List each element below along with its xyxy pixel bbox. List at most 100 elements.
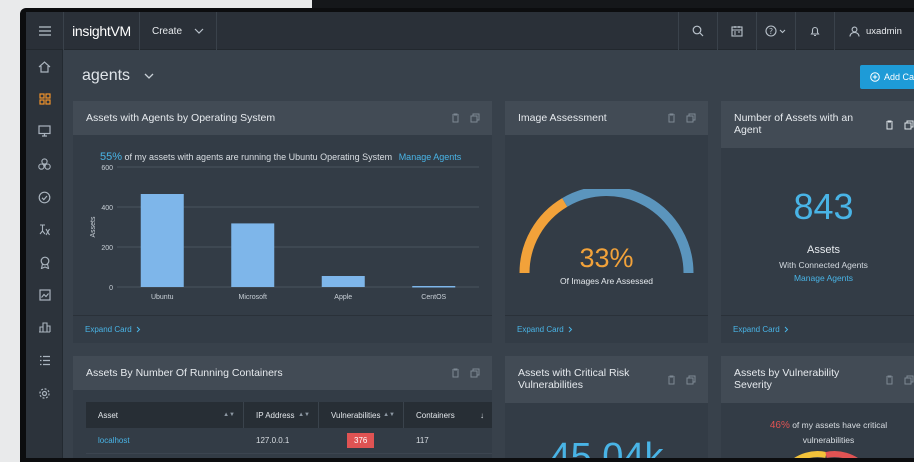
card-header: Assets By Number Of Running Containers: [73, 356, 492, 390]
severity-caption: 46% of my assets have critical vulnerabi…: [746, 418, 911, 447]
card-running-containers: Assets By Number Of Running Containers A…: [73, 356, 492, 458]
sidebar-item-policies[interactable]: [26, 217, 63, 241]
create-label: Create: [152, 25, 183, 37]
manage-agents-link[interactable]: Manage Agents: [721, 273, 914, 283]
copy-icon[interactable]: [470, 113, 480, 123]
card-actions: [885, 375, 914, 385]
copy-icon[interactable]: [686, 113, 696, 123]
manage-agents-link[interactable]: Manage Agents: [399, 152, 462, 162]
dashboard-title[interactable]: agents: [82, 67, 154, 85]
help-icon: ?: [765, 25, 786, 37]
y-tick-label: 600: [101, 165, 113, 172]
chevron-down-icon: [144, 73, 154, 79]
sort-desc-icon: ↓: [480, 410, 484, 420]
help-button[interactable]: ?: [756, 12, 795, 50]
sidebar-item-dashboard[interactable]: [26, 87, 63, 111]
y-tick-label: 200: [101, 245, 113, 252]
hamburger-icon: [38, 26, 51, 36]
biohazard-icon: [38, 157, 51, 170]
chevron-right-icon: [784, 326, 788, 333]
sidebar-item-assets[interactable]: [26, 119, 63, 143]
assets-icon: [38, 125, 51, 137]
card-title: Number of Assets with an Agent: [734, 112, 854, 136]
asset-link[interactable]: localhost: [86, 436, 244, 445]
count-label: Assets: [806, 244, 840, 256]
expand-card-link[interactable]: Expand Card: [73, 315, 492, 343]
table-header: Asset ▲▼ IP Address ▲▼ Vulnerabilities ▲▼ C…: [86, 402, 492, 428]
search-button[interactable]: [678, 12, 717, 50]
column-header-asset[interactable]: Asset ▲▼: [86, 402, 244, 428]
card-actions: [451, 368, 480, 378]
sidebar-item-settings[interactable]: [26, 381, 63, 405]
home-icon: [38, 61, 51, 73]
column-header-containers[interactable]: Containers ↓: [404, 402, 492, 428]
table-row: localhost 127.0.0.1 376 117: [86, 428, 492, 454]
settings-icon: [39, 387, 50, 399]
user-menu[interactable]: uxadmin: [834, 12, 914, 50]
bell-icon: [810, 26, 820, 37]
trash-icon[interactable]: [885, 120, 894, 130]
chart-caption: 55% of my assets with agents are running…: [100, 151, 461, 163]
card-title: Assets By Number Of Running Containers: [86, 367, 283, 379]
ip-address: 127.0.0.1: [256, 436, 290, 445]
severity-donut-partial: [794, 451, 858, 458]
gauge-value: 33%: [579, 243, 634, 273]
container-count: 117: [416, 436, 429, 445]
calendar-button[interactable]: [717, 12, 756, 50]
containers-table: Asset ▲▼ IP Address ▲▼ Vulnerabilities ▲▼ C…: [86, 402, 492, 454]
column-label: IP Address: [256, 410, 295, 420]
caption-text: of my assets with agents are running the…: [122, 152, 393, 162]
column-header-vulnerabilities[interactable]: Vulnerabilities ▲▼: [319, 402, 404, 428]
hamburger-menu-button[interactable]: [26, 12, 64, 50]
trash-icon[interactable]: [451, 113, 460, 123]
expand-card-link[interactable]: Expand Card: [505, 315, 708, 343]
bar: [231, 223, 275, 287]
sidebar-item-administration[interactable]: [26, 315, 63, 339]
reports-icon: [40, 256, 49, 269]
dashboard-icon: [38, 93, 51, 105]
sidebar-item-trends[interactable]: [26, 283, 63, 307]
list-icon: [39, 355, 50, 365]
card-actions: [885, 120, 914, 130]
card-image-assessment: Image Assessment 33% Of Images Are Asses…: [505, 101, 708, 343]
expand-card-link[interactable]: Expand Card: [721, 315, 914, 343]
sort-icon: ▲▼: [383, 412, 395, 418]
sidebar-item-remediation[interactable]: [26, 185, 63, 209]
copy-icon[interactable]: [904, 120, 914, 130]
trash-icon[interactable]: [885, 375, 894, 385]
x-tick-label: Microsoft: [239, 294, 267, 301]
sidebar-item-reports[interactable]: [26, 250, 63, 274]
sidebar-item-vulnerabilities[interactable]: [26, 152, 63, 176]
trash-icon[interactable]: [667, 375, 676, 385]
remediation-icon: [38, 191, 51, 203]
product-logo[interactable]: insightVM: [64, 12, 140, 50]
notifications-button[interactable]: [795, 12, 834, 50]
sidebar-item-home[interactable]: [26, 55, 63, 79]
sidebar-item-list[interactable]: [26, 348, 63, 372]
card-title: Assets with Agents by Operating System: [86, 112, 276, 124]
column-label: Asset: [98, 410, 119, 420]
card-assets-with-agent: Number of Assets with an Agent 843 Asset…: [721, 101, 914, 343]
trends-icon: [38, 289, 51, 301]
card-title: Image Assessment: [518, 112, 607, 124]
count-sublabel: With Connected Agents: [779, 260, 868, 270]
card-title: Assets with Critical Risk Vulnerabilitie…: [518, 367, 630, 391]
column-header-ip[interactable]: IP Address ▲▼: [244, 402, 319, 428]
copy-icon[interactable]: [470, 368, 480, 378]
expand-card-label: Expand Card: [517, 325, 564, 334]
card-vulnerability-severity: Assets by Vulnerability Severity 46% of …: [721, 356, 914, 458]
severity-text: of my assets have critical vulnerabiliti…: [789, 420, 888, 445]
agent-asset-count: 843: [793, 186, 854, 227]
add-card-button[interactable]: Add Ca: [860, 65, 914, 89]
page-title: agents: [82, 67, 131, 84]
trash-icon[interactable]: [667, 113, 676, 123]
trash-icon[interactable]: [451, 368, 460, 378]
expand-card-label: Expand Card: [85, 325, 132, 334]
create-dropdown[interactable]: Create: [140, 12, 218, 50]
sidebar-nav: [26, 50, 63, 458]
agents-os-bar-chart: 0 200 400 600 Assets Ubuntu Microsoft Apple Cent…: [90, 165, 479, 301]
bar: [412, 286, 456, 288]
app-screen: insightVM Create ? uxadmin agents Add Ca…: [26, 12, 914, 458]
copy-icon[interactable]: [904, 375, 914, 385]
copy-icon[interactable]: [686, 375, 696, 385]
